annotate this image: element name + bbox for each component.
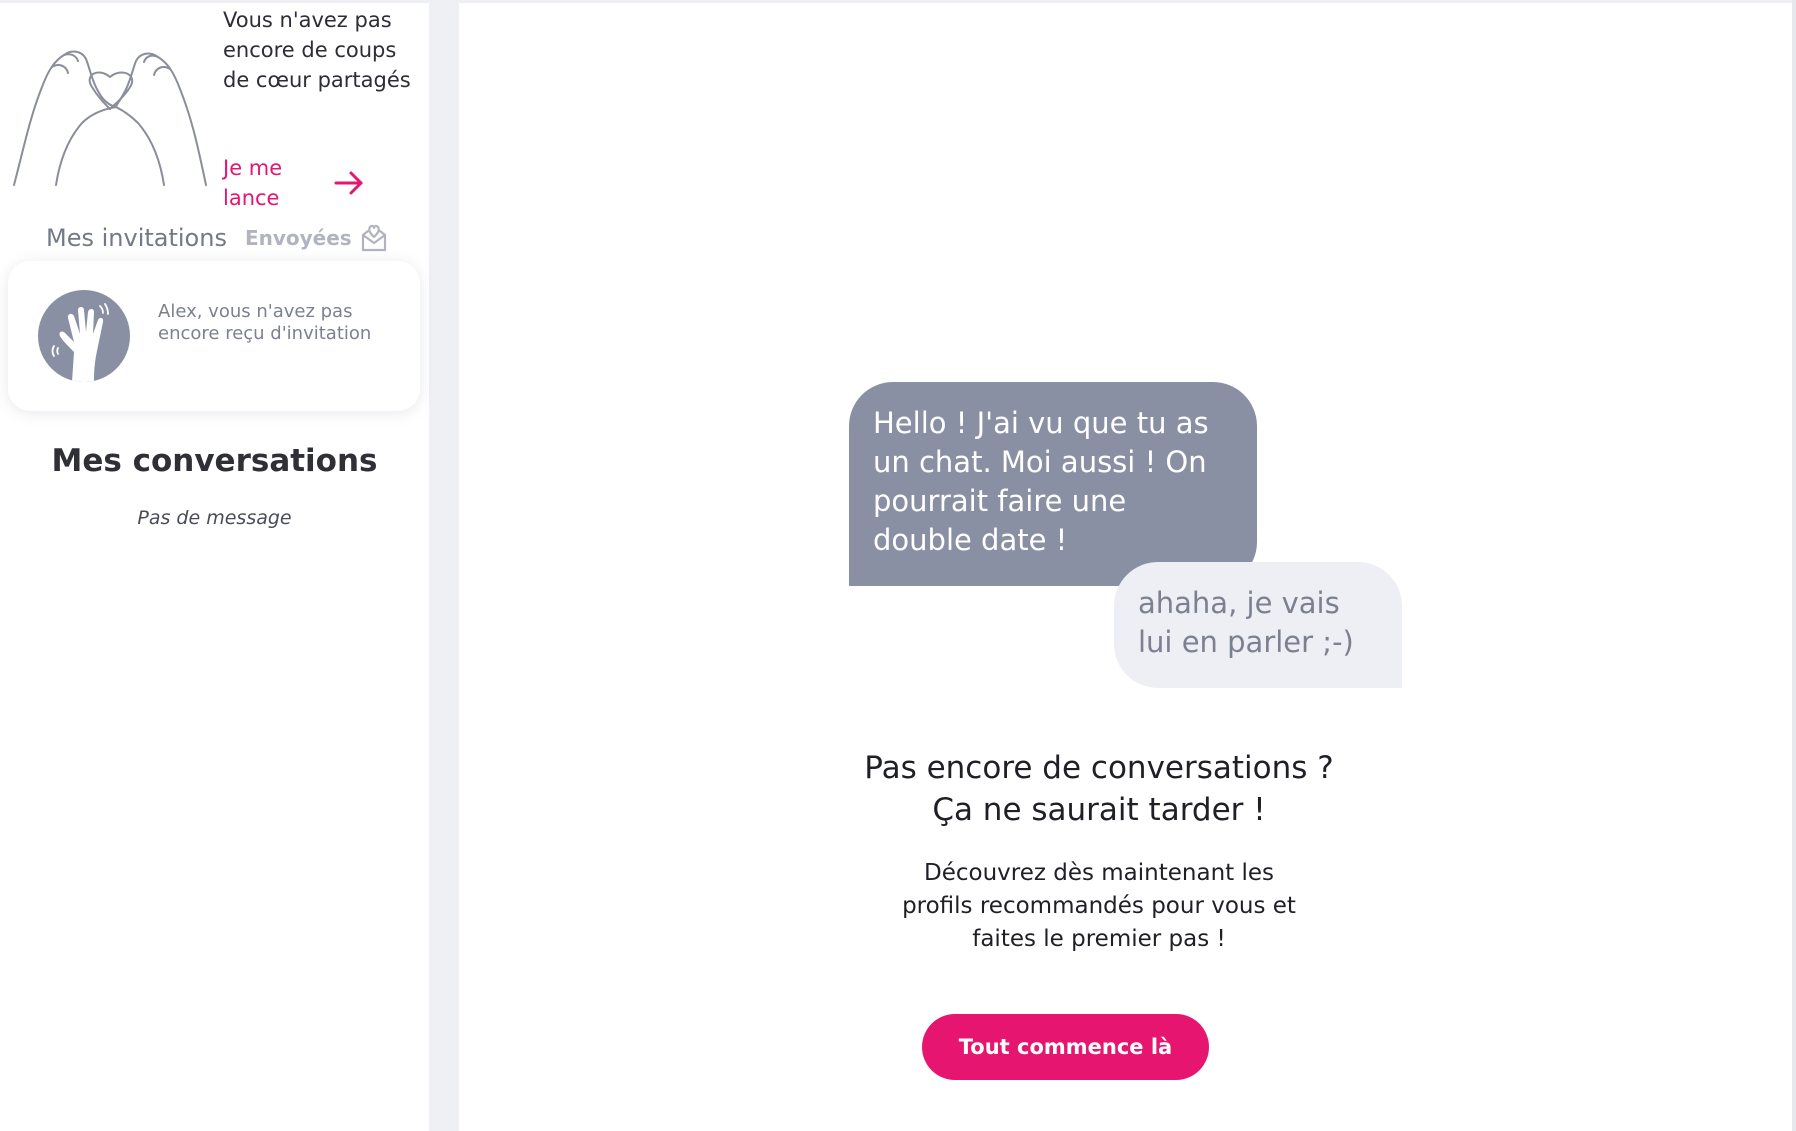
invitations-card: Alex, vous n'avez pas encore reçu d'invi… (8, 261, 420, 411)
scrollbar[interactable] (1792, 0, 1796, 1131)
empty-state-title-line-1: Pas encore de conversations ? (864, 750, 1334, 786)
envelope-heart-icon (361, 224, 386, 252)
sample-chat-bubble-sent: ahaha, je vais lui en parler ;-) (1114, 562, 1402, 688)
discover-profiles-button[interactable]: Tout commence là (922, 1014, 1209, 1080)
empty-state-subtitle: Découvrez dès maintenant les profils rec… (902, 860, 1296, 952)
invitations-empty-text: Alex, vous n'avez pas encore reçu d'invi… (158, 301, 372, 344)
waving-hand-icon (38, 290, 130, 382)
heart-hands-illustration (13, 50, 207, 186)
start-link-label: Je me lance (223, 156, 283, 210)
empty-state-title: Pas encore de conversations ? Ça ne saur… (819, 747, 1379, 831)
invitations-header: Mes invitations Envoyées (46, 221, 426, 255)
sample-chat-bubble-received: Hello ! J'ai vu que tu as un chat. Moi a… (849, 382, 1257, 586)
conversations-empty-text: Pas de message (137, 507, 292, 529)
shared-hearts-empty-text: Vous n'avez pas encore de coups de cœur … (223, 8, 411, 92)
shared-hearts-section: Vous n'avez pas encore de coups de cœur … (0, 3, 429, 223)
sidebar: Vous n'avez pas encore de coups de cœur … (0, 3, 429, 1131)
conversation-panel: Hello ! J'ai vu que tu as un chat. Moi a… (459, 3, 1792, 1131)
start-link[interactable]: Je me lance (223, 135, 373, 231)
conversations-title: Mes conversations (51, 443, 378, 479)
arrow-right-icon (334, 171, 363, 195)
empty-state-title-line-2: Ça ne saurait tarder ! (932, 792, 1266, 828)
sent-invitations-label: Envoyées (244, 226, 352, 250)
sent-invitations-link[interactable]: Envoyées (245, 223, 388, 253)
invitations-title: Mes invitations (46, 224, 227, 252)
